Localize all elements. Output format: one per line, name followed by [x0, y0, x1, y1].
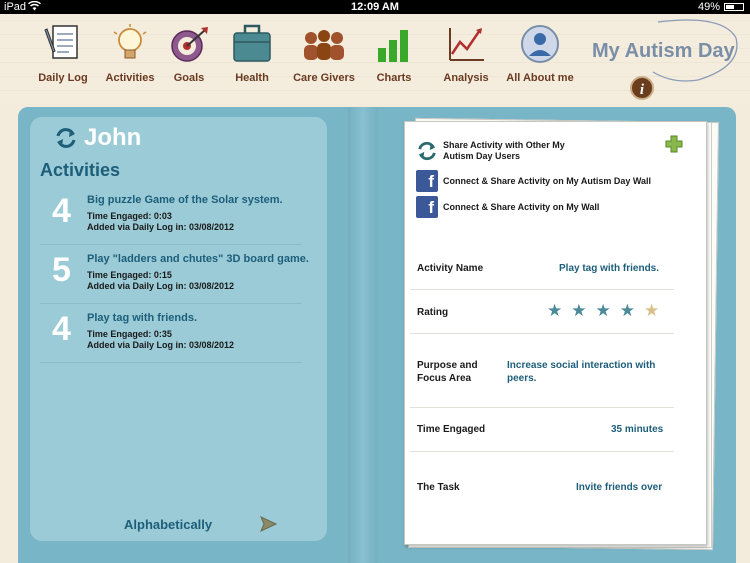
star-icon[interactable]: ★ [596, 302, 611, 320]
task-label: The Task [417, 482, 460, 493]
sync-icon[interactable] [54, 126, 78, 150]
people-icon [304, 30, 344, 60]
activity-time: Time Engaged: 0:03 [87, 211, 172, 221]
time-engaged-value: 35 minutes [611, 424, 664, 435]
top-nav-bar: Daily Log Activities Goals Health Care G… [0, 14, 750, 104]
nav-care-givers-label: Care Givers [293, 72, 355, 84]
activity-title: Play "ladders and chutes" 3D board game. [87, 253, 309, 265]
task-row: The Task Invite friends over [410, 452, 674, 522]
activity-added: Added via Daily Log in: 03/08/2012 [87, 222, 235, 232]
activity-list: 4 Big puzzle Game of the Solar system. T… [40, 186, 309, 363]
share-my-wall[interactable]: f Connect & Share Activity on My Wall [416, 196, 599, 218]
activities-heading: Activities [40, 160, 121, 180]
nav-all-about-me[interactable]: All About me [505, 22, 575, 84]
info-button[interactable]: i [630, 76, 654, 100]
purpose-value: Increase social interaction with peers. [507, 360, 656, 384]
star-icon[interactable]: ★ [547, 302, 562, 320]
battery-percent: 49% [697, 1, 720, 13]
medical-bag-icon [233, 24, 271, 62]
nav-daily-log-label: Daily Log [38, 72, 88, 84]
profile-icon [521, 25, 559, 63]
rating-label: Rating [417, 307, 449, 318]
nav-care-givers[interactable]: Care Givers [289, 22, 359, 84]
activity-time: Time Engaged: 0:35 [87, 329, 172, 339]
nav-goals-label: Goals [173, 72, 205, 84]
activity-added: Added via Daily Log in: 03/08/2012 [87, 281, 235, 291]
task-value: Invite friends over [576, 482, 663, 493]
share-with-users[interactable]: Share Activity with Other My Autism Day … [416, 140, 578, 162]
star-icon[interactable]: ★ [644, 302, 659, 320]
activity-added: Added via Daily Log in: 03/08/2012 [87, 340, 235, 350]
purpose-row: Purpose and Focus Area Increase social i… [410, 334, 674, 408]
time-engaged-label: Time Engaged [417, 424, 486, 435]
daily-log-icon [44, 25, 78, 59]
battery-icon [724, 3, 744, 11]
line-chart-icon [449, 28, 484, 61]
activity-title: Play tag with friends. [87, 312, 198, 324]
nav-analysis-label: Analysis [443, 72, 489, 84]
share-with-users-label: Share Activity with Other My Autism Day … [443, 140, 565, 161]
activity-name-value: Play tag with friends. [559, 263, 660, 274]
star-icon[interactable]: ★ [620, 302, 635, 320]
time-engaged-row: Time Engaged 35 minutes [410, 408, 674, 452]
list-item[interactable]: 4 Big puzzle Game of the Solar system. T… [40, 186, 302, 245]
nav-health-label: Health [235, 72, 269, 84]
nav-charts[interactable]: Charts [359, 22, 429, 84]
share-autism-day-wall-label: Connect & Share Activity on My Autism Da… [443, 175, 652, 186]
profile-header: John [54, 124, 141, 152]
facebook-icon: f [416, 196, 438, 218]
purpose-label: Purpose and Focus Area [417, 360, 478, 384]
activity-title: Big puzzle Game of the Solar system. [87, 194, 283, 206]
star-icon[interactable]: ★ [571, 302, 586, 320]
lightbulb-icon [113, 24, 147, 59]
activity-name-row: Activity Name Play tag with friends. [410, 247, 674, 290]
nav-goals[interactable]: Goals [154, 22, 224, 84]
nav-analysis[interactable]: Analysis [431, 22, 501, 84]
share-autism-day-wall[interactable]: f Connect & Share Activity on My Autism … [416, 170, 651, 192]
list-item[interactable]: 4 Play tag with friends. Time Engaged: 0… [40, 304, 302, 363]
star-rating[interactable]: ★ ★ ★ ★ ★ [547, 302, 668, 320]
sort-label[interactable]: Alphabetically [124, 517, 212, 532]
activity-rating: 4 [52, 192, 71, 230]
activity-rating: 4 [52, 310, 71, 348]
nav-charts-label: Charts [376, 72, 412, 84]
nav-all-about-me-label: All About me [506, 72, 574, 84]
clock: 12:09 AM [351, 1, 399, 13]
list-item[interactable]: 5 Play "ladders and chutes" 3D board gam… [40, 245, 309, 304]
activity-name-label: Activity Name [417, 263, 484, 274]
nav-health[interactable]: Health [217, 22, 287, 84]
sync-share-icon [418, 141, 436, 161]
play-arrow-icon[interactable] [258, 515, 278, 533]
rating-row: Rating ★ ★ ★ ★ ★ [410, 290, 674, 334]
bar-chart-icon [378, 30, 408, 62]
activity-rating: 5 [52, 251, 71, 289]
facebook-icon: f [416, 170, 438, 192]
status-bar: iPad 12:09 AM 49% [0, 0, 750, 14]
activity-time: Time Engaged: 0:15 [87, 270, 172, 280]
nav-daily-log[interactable]: Daily Log [28, 22, 98, 84]
share-my-wall-label: Connect & Share Activity on My Wall [443, 201, 600, 212]
target-icon [171, 27, 208, 62]
profile-name: John [84, 124, 142, 151]
app-logo: My Autism Day i [588, 19, 748, 111]
add-icon[interactable] [664, 134, 684, 154]
brand-title: My Autism Day [592, 40, 735, 62]
